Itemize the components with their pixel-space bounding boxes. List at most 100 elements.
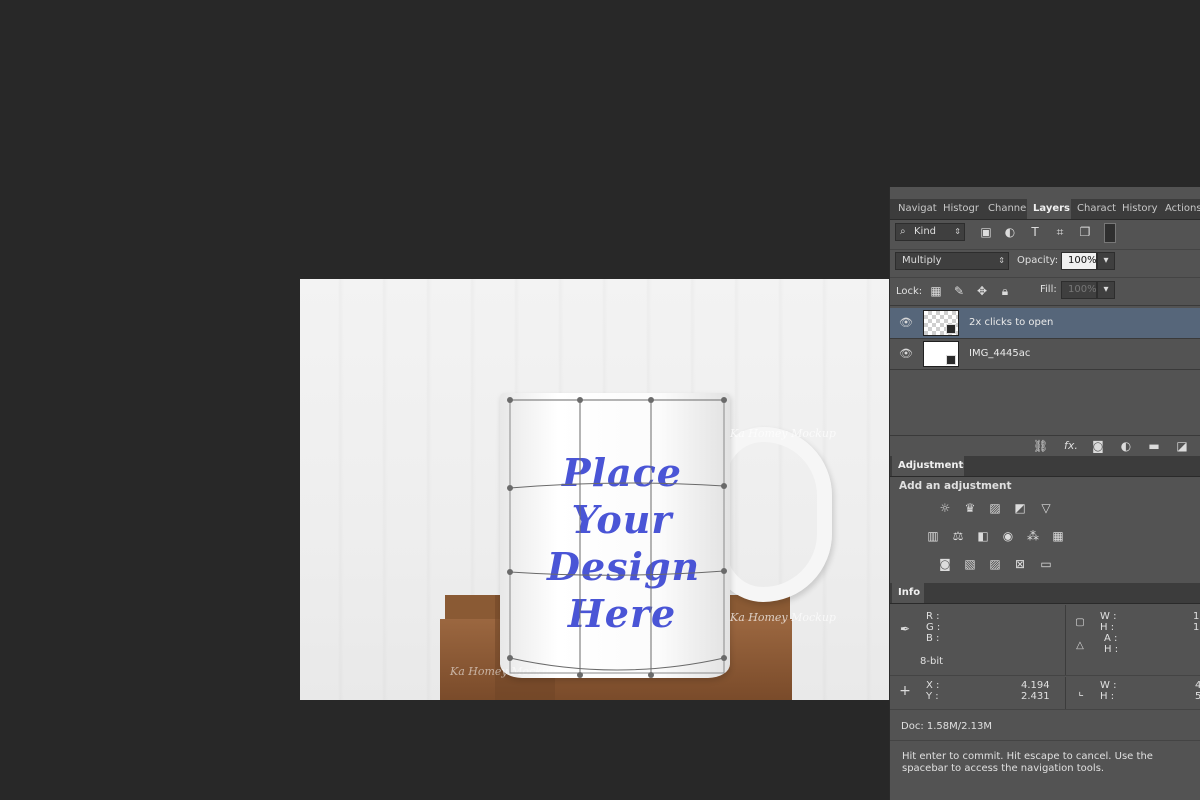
info-h2-label: H : [1104, 644, 1119, 655]
layer-name[interactable]: IMG_4445ac [969, 348, 1030, 359]
divider [1065, 605, 1066, 675]
eye-icon[interactable]: 👁︎ [899, 348, 913, 360]
divider [1065, 677, 1066, 709]
eye-icon[interactable]: 👁︎ [899, 317, 913, 329]
tab-channels[interactable]: Channel [982, 199, 1027, 219]
vibrance-icon[interactable]: ▽ [1039, 501, 1053, 515]
layers-footer: ⛓︎ fx. ◙ ◐ ▬ ◪ [890, 435, 1200, 456]
chevron-down-icon: ▾ [1103, 255, 1109, 266]
layer-name[interactable]: 2x clicks to open [969, 317, 1053, 328]
selection-size-icon: ▢ [1075, 617, 1085, 628]
tab-info[interactable]: Info [892, 583, 924, 603]
info-w2-label: W : [1100, 680, 1117, 691]
filter-kind-label: Kind [914, 226, 937, 237]
opacity-label: Opacity: [1017, 255, 1059, 266]
type-filter-icon[interactable]: T [1028, 225, 1042, 239]
tab-navigator[interactable]: Navigat [892, 199, 937, 219]
smart-object-badge-icon [946, 324, 956, 334]
layer-thumbnail[interactable] [923, 310, 959, 336]
blend-mode-value: Multiply [902, 255, 942, 266]
tab-layers[interactable]: Layers [1027, 199, 1071, 219]
crosshair-icon: + [899, 683, 911, 699]
gradient-map-icon[interactable]: ▭ [1039, 557, 1053, 571]
chevron-updown-icon: ⇕ [998, 256, 1005, 265]
filter-toggle-icon[interactable] [1104, 223, 1116, 243]
fill-dropdown-button[interactable]: ▾ [1097, 281, 1115, 299]
info-y-value: 2.431 [1021, 691, 1050, 702]
adjustment-filter-icon[interactable]: ◐ [1003, 225, 1017, 239]
layers-list: 👁︎ 2x clicks to open 👁︎ IMG_4445ac [890, 305, 1200, 436]
levels-icon[interactable]: ♛ [963, 501, 977, 515]
shape-filter-icon[interactable]: ⌗ [1053, 225, 1067, 239]
document-canvas[interactable]: Ka Homey Mockup Ka Homey Mockup Ka Homey… [0, 0, 889, 800]
transform-size-icon: ⌞ [1078, 684, 1084, 698]
info-w-value: 10 [1193, 611, 1200, 622]
tab-history[interactable]: History [1116, 199, 1159, 219]
info-w2-value: 4 [1195, 680, 1200, 691]
lock-brush-icon[interactable]: ✎ [952, 284, 966, 298]
pixel-filter-icon[interactable]: ▣ [979, 225, 993, 239]
new-layer-icon[interactable]: ◪ [1175, 439, 1189, 453]
info-b-label: B : [926, 633, 940, 644]
fx-icon[interactable]: fx. [1062, 439, 1080, 453]
color-lookup-icon[interactable]: ▦ [1051, 529, 1065, 543]
chevron-updown-icon: ⇕ [954, 227, 961, 236]
layer-filter-kind[interactable]: ⌕ Kind ⇕ [895, 223, 965, 241]
info-hint: Hit enter to commit. Hit escape to cance… [902, 751, 1153, 774]
tab-adjustments[interactable]: Adjustments [892, 456, 964, 476]
warp-mesh[interactable] [300, 279, 889, 700]
info-w-label: W : [1100, 611, 1117, 622]
eyedropper-icon: ✒ [899, 622, 911, 636]
divider [890, 249, 1200, 250]
fill-input[interactable]: 100% [1061, 281, 1097, 299]
tab-histogram[interactable]: Histogr [937, 199, 982, 219]
info-h-value: 11 [1193, 622, 1200, 633]
divider [890, 277, 1200, 278]
smart-object-filter-icon[interactable]: ❐ [1078, 225, 1092, 239]
info-g-label: G : [926, 622, 941, 633]
posterize-icon[interactable]: ▧ [963, 557, 977, 571]
panel-dock: Navigat Histogr Channel Layers Charact H… [889, 187, 1200, 800]
invert-icon[interactable]: ◙ [938, 557, 952, 571]
mask-icon[interactable]: ◙ [1091, 439, 1105, 453]
hue-saturation-icon[interactable]: ▥ [926, 529, 940, 543]
selective-color-icon[interactable]: ⊠ [1013, 557, 1027, 571]
folder-icon[interactable]: ▬ [1147, 439, 1161, 453]
info-h-label: H : [1100, 622, 1115, 633]
doc-size: Doc: 1.58M/2.13M [901, 721, 993, 732]
info-r-label: R : [926, 611, 940, 622]
mug-photo[interactable]: Ka Homey Mockup Ka Homey Mockup Ka Homey… [300, 279, 889, 700]
layer-row[interactable]: 👁︎ 2x clicks to open [890, 308, 1200, 339]
info-tab-bar: Info [890, 583, 1200, 604]
info-a-label: A : [1104, 633, 1118, 644]
exposure-icon[interactable]: ◩ [1013, 501, 1027, 515]
lock-all-icon[interactable]: 🔒︎ [998, 284, 1012, 298]
layer-row[interactable]: 👁︎ IMG_4445ac [890, 339, 1200, 370]
lock-position-icon[interactable]: ✥ [975, 284, 989, 298]
threshold-icon[interactable]: ▨ [988, 557, 1002, 571]
lock-transparent-icon[interactable]: ▦ [929, 284, 943, 298]
photo-filter-icon[interactable]: ◉ [1001, 529, 1015, 543]
adjustments-tab-bar: Adjustments [890, 456, 1200, 477]
color-balance-icon[interactable]: ⚖ [951, 529, 965, 543]
link-icon[interactable]: ⛓︎ [1033, 439, 1048, 453]
layer-thumbnail[interactable] [923, 341, 959, 367]
info-h3-label: H : [1100, 691, 1115, 702]
blend-mode-select[interactable]: Multiply ⇕ [895, 252, 1009, 270]
channel-mixer-icon[interactable]: ⁂ [1026, 529, 1040, 543]
chevron-down-icon: ▾ [1103, 284, 1109, 295]
brightness-icon[interactable]: ☼ [938, 501, 952, 515]
adjustment-icon[interactable]: ◐ [1119, 439, 1133, 453]
divider [890, 740, 1200, 741]
info-x-value: 4.194 [1021, 680, 1050, 691]
black-white-icon[interactable]: ◧ [976, 529, 990, 543]
opacity-input[interactable]: 100% [1061, 252, 1097, 270]
curves-icon[interactable]: ▨ [988, 501, 1002, 515]
tab-actions[interactable]: Actions [1159, 199, 1200, 219]
tab-character[interactable]: Charact [1071, 199, 1116, 219]
bit-depth-label: 8-bit [920, 656, 944, 667]
search-icon: ⌕ [900, 226, 906, 237]
lock-label: Lock: [896, 286, 923, 297]
divider [890, 709, 1200, 710]
opacity-dropdown-button[interactable]: ▾ [1097, 252, 1115, 270]
